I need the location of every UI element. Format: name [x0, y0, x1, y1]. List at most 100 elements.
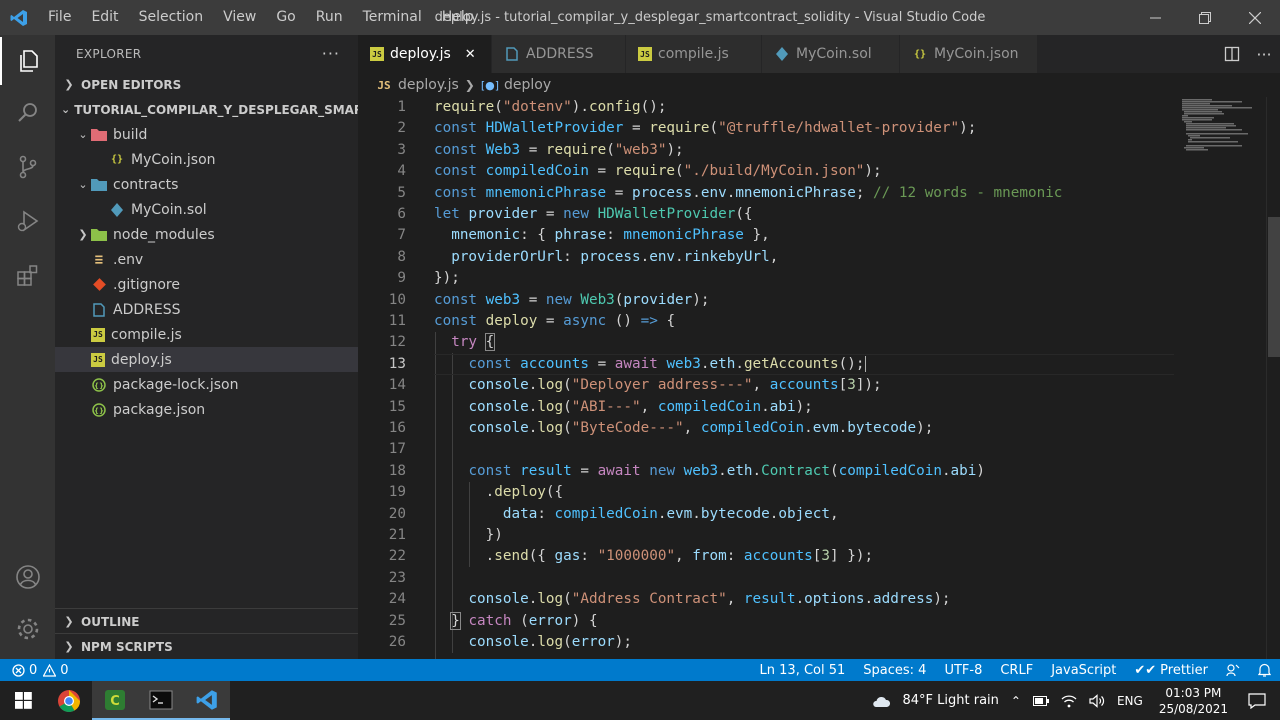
code-line[interactable]: 7 mnemonic: { phrase: mnemonicPhrase }, — [358, 225, 1178, 246]
code-line[interactable]: 11 const deploy = async () => { — [358, 311, 1178, 332]
wifi-icon[interactable] — [1055, 694, 1083, 708]
chevron-up-icon[interactable]: ⌃ — [1005, 694, 1027, 708]
code-line[interactable]: 23 — [358, 568, 1178, 589]
tree-item-address[interactable]: ADDRESS — [55, 297, 358, 322]
tab-deploy-js[interactable]: JS deploy.js ✕ — [358, 35, 492, 73]
accounts-icon[interactable] — [0, 553, 55, 601]
minimap[interactable] — [1180, 97, 1270, 659]
code-token: . — [735, 355, 744, 372]
code-line[interactable]: 2 const HDWalletProvider = require("@truf… — [358, 118, 1178, 139]
code-line[interactable]: 10 const web3 = new Web3(provider); — [358, 290, 1178, 311]
more-actions-icon[interactable]: ··· — [322, 44, 340, 63]
minimize-button[interactable] — [1130, 0, 1180, 35]
tab-mycoin-sol[interactable]: MyCoin.sol — [762, 35, 900, 73]
menu-item-run[interactable]: Run — [306, 0, 353, 35]
feedback-icon[interactable] — [1217, 663, 1249, 677]
tree-item-mycoin-sol[interactable]: MyCoin.sol — [55, 197, 358, 222]
code-line[interactable]: 4 const compiledCoin = require("./build/M… — [358, 161, 1178, 182]
weather-text[interactable]: 84°F Light rain — [897, 693, 1005, 708]
code-line[interactable]: 3 const Web3 = require("web3"); — [358, 140, 1178, 161]
chrome-icon[interactable] — [46, 681, 92, 720]
project-section[interactable]: ⌄ TUTORIAL_COMPILAR_Y_DESPLEGAR_SMARTC..… — [55, 97, 358, 122]
windows-start-icon[interactable] — [0, 681, 46, 720]
tree-item-package-lock-json[interactable]: {} package-lock.json — [55, 372, 358, 397]
tree-item-package-json[interactable]: {} package.json — [55, 397, 358, 422]
vscode-taskbar-icon[interactable] — [184, 681, 230, 720]
language-mode[interactable]: JavaScript — [1042, 663, 1125, 678]
code-line[interactable]: 20 data: compiledCoin.evm.bytecode.objec… — [358, 504, 1178, 525]
code-line[interactable]: 12 try { — [358, 332, 1178, 353]
tab-mycoin-json[interactable]: {} MyCoin.json — [900, 35, 1038, 73]
tree-item-node-modules[interactable]: ❯ node_modules — [55, 222, 358, 247]
code-line[interactable]: 14 console.log("Deployer address---", ac… — [358, 375, 1178, 396]
run-debug-icon[interactable] — [0, 197, 55, 245]
problems-indicator[interactable]: 0 0 — [0, 663, 69, 678]
terminal-icon[interactable] — [138, 681, 184, 720]
search-icon[interactable] — [0, 89, 55, 137]
menu-item-view[interactable]: View — [213, 0, 266, 35]
code-line[interactable]: 8 providerOrUrl: process.env.rinkebyUrl, — [358, 247, 1178, 268]
vertical-scrollbar[interactable] — [1266, 97, 1280, 659]
indentation-status[interactable]: Spaces: 4 — [854, 663, 935, 678]
tree-item-deploy-js[interactable]: JS deploy.js — [55, 347, 358, 372]
extensions-icon[interactable] — [0, 251, 55, 299]
menu-item-file[interactable]: File — [38, 0, 81, 35]
volume-icon[interactable] — [1083, 693, 1111, 708]
code-line[interactable]: 15 console.log("ABI---", compiledCoin.ab… — [358, 397, 1178, 418]
code-line[interactable]: 17 — [358, 439, 1178, 460]
menu-item-edit[interactable]: Edit — [81, 0, 128, 35]
restore-button[interactable] — [1180, 0, 1230, 35]
more-actions-icon[interactable]: ··· — [1248, 35, 1280, 73]
tree-item-build[interactable]: ⌄ build — [55, 122, 358, 147]
code-line[interactable]: 24 console. log("Address Contract", resul… — [358, 589, 1178, 610]
code-line[interactable]: 13 const accounts = await web3.eth.getAc… — [358, 354, 1178, 375]
prettier-status[interactable]: ✔✔ Prettier — [1125, 663, 1217, 678]
code-line[interactable]: 9}); — [358, 268, 1178, 289]
source-control-icon[interactable] — [0, 143, 55, 191]
error-count: 0 — [29, 662, 38, 678]
code-line[interactable]: 18 const result = await new web3.eth.Con… — [358, 461, 1178, 482]
eol-status[interactable]: CRLF — [991, 663, 1042, 678]
encoding-status[interactable]: UTF-8 — [935, 663, 991, 678]
code-line[interactable]: 22 .send({ gas: "1000000", from: account… — [358, 546, 1178, 567]
code-line[interactable]: 1 require("dotenv").config(); — [358, 97, 1178, 118]
tree-item-mycoin-json[interactable]: {} MyCoin.json — [55, 147, 358, 172]
tab-compile-js[interactable]: JS compile.js — [626, 35, 762, 73]
camtasia-icon[interactable]: C — [92, 681, 138, 720]
tree-item-contracts[interactable]: ⌄ contracts — [55, 172, 358, 197]
code-editor[interactable]: 1 require("dotenv").config(); 2 const HDWal… — [358, 97, 1280, 659]
clock[interactable]: 01:03 PM 25/08/2021 — [1149, 685, 1238, 717]
code-line[interactable]: 16 console. log("ByteCode---", compiledCo… — [358, 418, 1178, 439]
code-line[interactable]: 19 .deploy({ — [358, 482, 1178, 503]
menu-item-go[interactable]: Go — [266, 0, 305, 35]
cursor-position[interactable]: Ln 13, Col 51 — [751, 663, 855, 678]
tab-address[interactable]: ADDRESS — [492, 35, 626, 73]
line-number: 8 — [397, 248, 406, 265]
tree-item-compile-js[interactable]: JS compile.js — [55, 322, 358, 347]
explorer-icon[interactable] — [0, 37, 55, 85]
breadcrumb-symbol[interactable]: deploy — [504, 77, 551, 93]
open-editors-section[interactable]: ❯ OPEN EDITORS — [55, 72, 358, 97]
close-icon[interactable]: ✕ — [465, 47, 476, 62]
tree-item-env[interactable]: ≡ .env — [55, 247, 358, 272]
close-window-button[interactable] — [1230, 0, 1280, 35]
scrollbar-thumb[interactable] — [1268, 217, 1280, 357]
menu-item-selection[interactable]: Selection — [129, 0, 214, 35]
code-line[interactable]: 5 const mnemonicPhrase = process.env.mnem… — [358, 183, 1178, 204]
notifications-bell-icon[interactable] — [1249, 663, 1280, 677]
code-line[interactable]: 21 }) — [358, 525, 1178, 546]
split-editor-icon[interactable] — [1216, 35, 1248, 73]
code-line[interactable]: 25 } catch (error) { — [358, 611, 1178, 632]
weather-cloud-icon[interactable] — [865, 694, 897, 708]
notification-center-icon[interactable] — [1238, 692, 1280, 709]
code-line[interactable]: 26 console.log(error); — [358, 632, 1178, 653]
outline-section[interactable]: ❯ OUTLINE — [55, 608, 358, 634]
input-language[interactable]: ENG — [1111, 694, 1149, 708]
npm-scripts-section[interactable]: ❯ NPM SCRIPTS — [55, 633, 358, 659]
code-token: ). — [571, 99, 589, 115]
gear-icon[interactable] — [0, 605, 55, 653]
breadcrumb-file[interactable]: deploy.js — [398, 77, 459, 93]
code-line[interactable]: 6 let provider = new HDWalletProvider({ — [358, 204, 1178, 225]
tree-item-gitignore[interactable]: .gitignore — [55, 272, 358, 297]
battery-icon[interactable] — [1027, 695, 1055, 706]
